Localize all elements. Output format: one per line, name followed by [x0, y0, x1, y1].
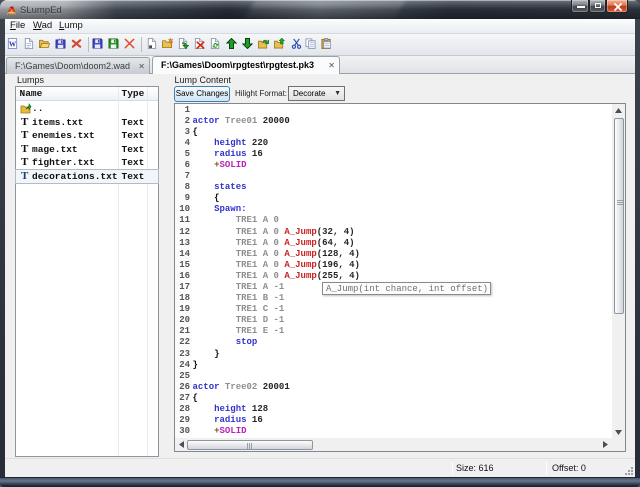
svg-text:W: W — [9, 39, 17, 48]
